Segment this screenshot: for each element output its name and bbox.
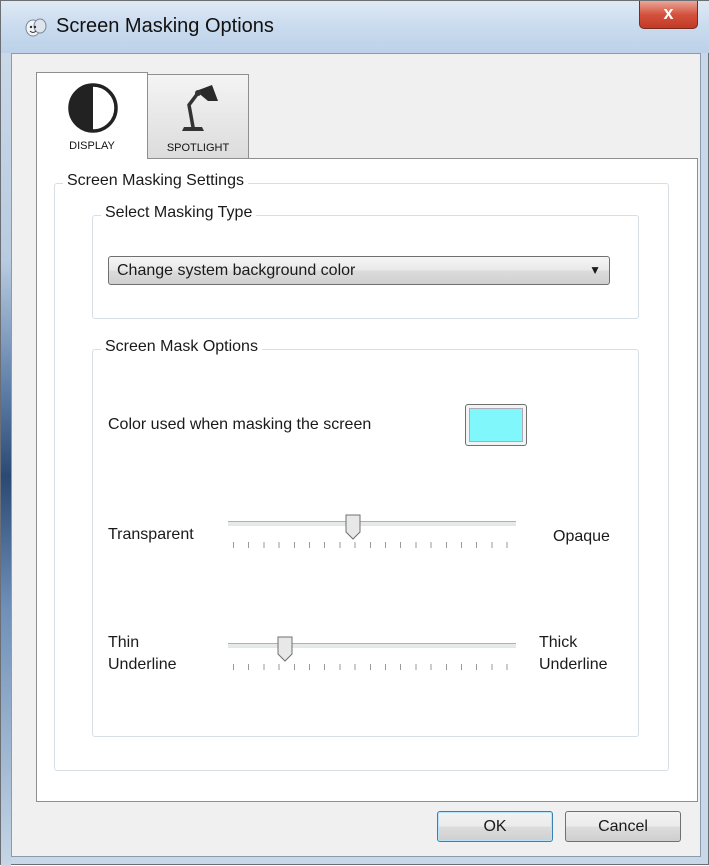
opacity-slider-thumb[interactable] [345, 514, 361, 540]
desk-lamp-icon [182, 85, 218, 131]
chevron-down-icon: ▼ [589, 263, 601, 277]
thick-label: Thick [539, 634, 578, 651]
close-icon: x [663, 3, 674, 23]
contrast-icon [68, 83, 118, 133]
opaque-label: Opaque [553, 528, 610, 545]
underline-slider-track [228, 643, 516, 648]
cancel-button[interactable]: Cancel [565, 811, 681, 842]
mask-color-button[interactable] [465, 404, 527, 446]
dialog-client-area: DISPLAY SPOTLIGHT Screen Masking Setting… [11, 53, 701, 857]
thick-underline-label: Underline [539, 656, 608, 673]
display-tab-panel: Screen Masking Settings Select Masking T… [36, 158, 698, 802]
desktop-edge [1, 1, 11, 866]
masking-type-dropdown[interactable]: Change system background color ▼ [108, 256, 610, 285]
theater-masks-icon [25, 18, 47, 37]
underline-slider-ticks [233, 664, 511, 670]
transparent-label: Transparent [108, 526, 194, 543]
opacity-slider-ticks [233, 542, 511, 548]
mask-color-swatch [469, 408, 523, 442]
ok-button[interactable]: OK [437, 811, 553, 842]
mask-color-label: Color used when masking the screen [108, 416, 372, 433]
opacity-slider-track [228, 521, 516, 526]
underline-slider-thumb[interactable] [277, 636, 293, 662]
screen-masking-settings-title: Screen Masking Settings [63, 172, 248, 190]
close-button[interactable]: x [639, 1, 698, 29]
window-title: Screen Masking Options [56, 15, 274, 37]
title-bar[interactable]: Screen Masking Options x [1, 1, 709, 53]
tab-display[interactable]: DISPLAY [36, 72, 148, 159]
masking-type-selected-value: Change system background color [117, 262, 356, 279]
underline-thickness-slider[interactable] [228, 636, 516, 676]
thin-underline-label: Underline [108, 656, 177, 673]
tab-spotlight[interactable]: SPOTLIGHT [147, 74, 249, 158]
masking-type-title: Select Masking Type [101, 204, 257, 222]
dialog-window: Screen Masking Options x DISPLAY SPOTLIG… [0, 0, 709, 866]
screen-mask-options-title: Screen Mask Options [101, 338, 262, 356]
thin-label: Thin [108, 634, 140, 651]
tab-display-label: DISPLAY [69, 140, 115, 152]
tab-spotlight-label: SPOTLIGHT [166, 142, 230, 154]
opacity-slider[interactable] [228, 514, 516, 554]
